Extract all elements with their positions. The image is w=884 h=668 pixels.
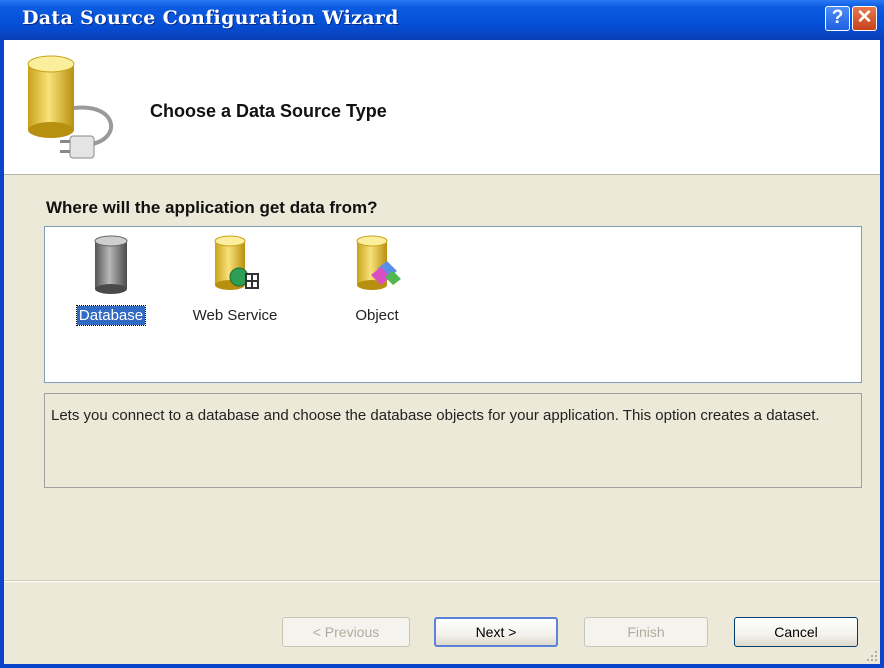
page-title: Choose a Data Source Type	[150, 101, 387, 121]
object-icon	[356, 235, 401, 290]
wizard-header: Choose a Data Source Type	[4, 40, 880, 175]
finish-button[interactable]: Finish	[584, 617, 708, 647]
button-separator	[4, 580, 880, 582]
previous-button[interactable]: < Previous	[282, 617, 410, 647]
wizard-window: Data Source Configuration Wizard ? ✕ Cho…	[0, 0, 884, 668]
list-item-label: Object	[355, 307, 399, 324]
list-item-label: Database	[75, 305, 147, 326]
web-service-icon	[214, 235, 259, 290]
resize-grip-icon[interactable]	[866, 650, 878, 662]
database-icon	[94, 235, 128, 294]
title-bar[interactable]: Data Source Configuration Wizard ? ✕	[0, 0, 884, 40]
question-label: Where will the application get data from…	[46, 198, 378, 217]
window-title: Data Source Configuration Wizard	[22, 7, 399, 29]
cancel-button[interactable]: Cancel	[734, 617, 858, 647]
data-source-list[interactable]: Database Web Service Object	[44, 226, 862, 383]
list-item-database[interactable]: Database	[61, 233, 161, 326]
list-item-object[interactable]: Object	[337, 233, 417, 325]
description-text: Lets you connect to a database and choos…	[51, 407, 820, 424]
next-button[interactable]: Next >	[434, 617, 558, 647]
database-plug-icon	[27, 55, 113, 159]
list-item-web-service[interactable]: Web Service	[177, 233, 293, 325]
help-button[interactable]: ?	[825, 6, 850, 31]
list-item-label: Web Service	[192, 307, 278, 324]
close-button[interactable]: ✕	[852, 6, 877, 31]
dialog-body: Choose a Data Source Type Where will the…	[4, 40, 880, 664]
description-panel: Lets you connect to a database and choos…	[44, 393, 862, 488]
